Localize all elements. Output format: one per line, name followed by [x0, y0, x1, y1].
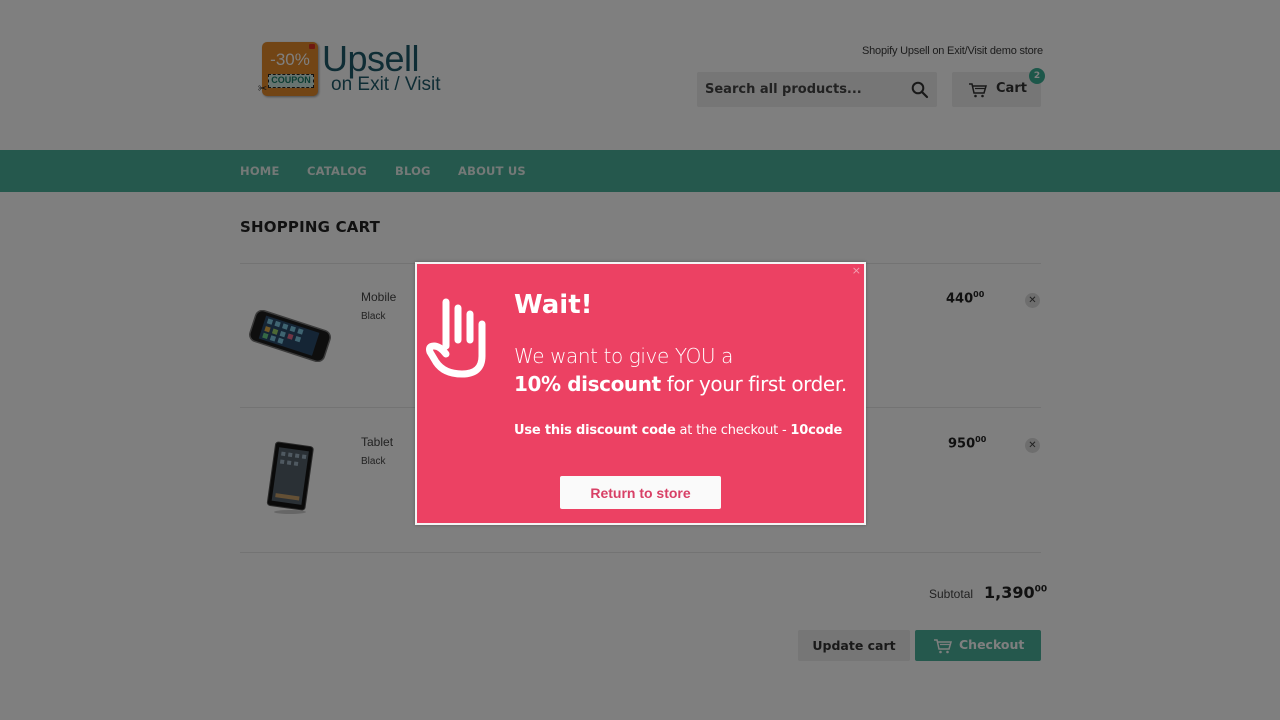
popup-heading: Wait!: [514, 290, 593, 320]
hand-stop-icon: [424, 294, 494, 379]
popup-discount-amount: 10% discount: [514, 372, 661, 396]
discount-code: 10code: [790, 423, 843, 438]
return-to-store-button[interactable]: Return to store: [560, 476, 721, 509]
popup-line-2: 10% discount for your first order.: [514, 372, 847, 396]
exit-intent-popup: × Wait! We want to give YOU a 10% discou…: [415, 262, 866, 525]
close-icon[interactable]: ×: [852, 264, 861, 277]
popup-line-2-rest: for your first order.: [660, 372, 847, 396]
popup-code-mid: at the checkout -: [675, 423, 791, 438]
popup-line-1: We want to give YOU a: [514, 344, 733, 368]
popup-line-3: Use this discount code at the checkout -…: [514, 423, 842, 438]
popup-code-intro: Use this discount code: [514, 423, 676, 438]
